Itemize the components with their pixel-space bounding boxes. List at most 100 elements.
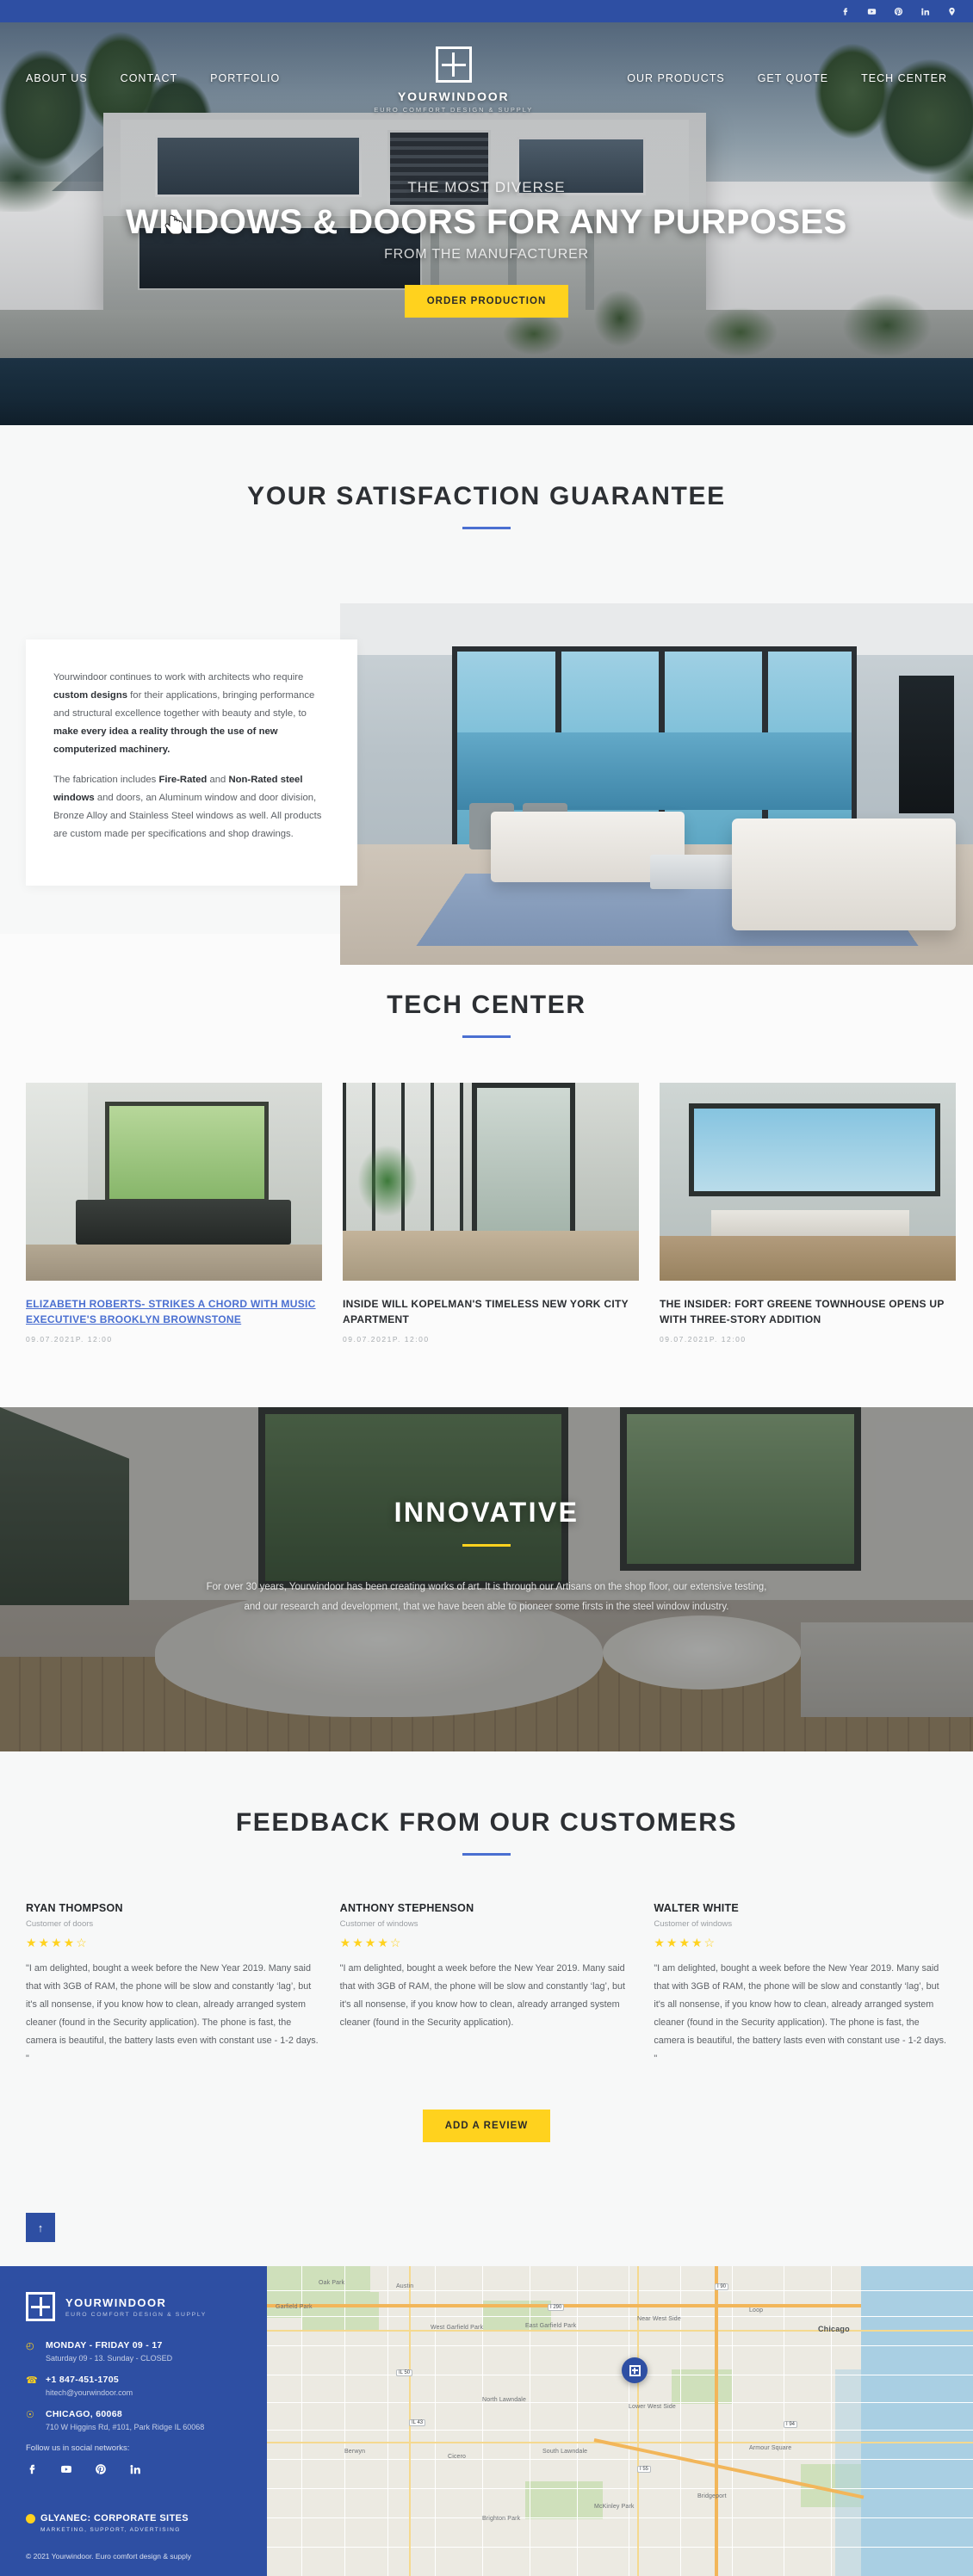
rating-stars: ★★★★☆ xyxy=(339,1936,403,1949)
reviewer-role: Customer of doors xyxy=(26,1919,94,1929)
map-label: Chicago xyxy=(818,2325,850,2334)
youtube-icon[interactable] xyxy=(866,6,877,17)
map-route-shield: I 55 xyxy=(637,2466,652,2474)
reviewer-role: Customer of windows xyxy=(339,1919,418,1929)
tech-card[interactable]: ELIZABETH ROBERTS- STRIKES A CHORD WITH … xyxy=(26,214,322,1344)
tech-center-card-list: ELIZABETH ROBERTS- STRIKES A CHORD WITH … xyxy=(0,214,973,1344)
tech-card-title[interactable]: INSIDE WILL KOPELMAN'S TIMELESS NEW YORK… xyxy=(343,1296,639,1327)
footer-logo[interactable]: YOURWINDOOR EURO COMFORT DESIGN & SUPPLY xyxy=(26,2292,245,2322)
nav-our-products[interactable]: OUR PRODUCTS xyxy=(627,72,724,84)
footer-hours-primary: MONDAY - FRIDAY 09 - 17 xyxy=(46,2340,163,2351)
satisfaction-interior-photo xyxy=(340,603,973,965)
footer-logo-name: YOURWINDOOR xyxy=(65,2295,167,2309)
nav-about-us[interactable]: ABOUT US xyxy=(26,72,88,84)
linkedin-icon[interactable] xyxy=(920,6,931,17)
tech-card-thumbnail[interactable] xyxy=(343,1083,639,1281)
order-production-button[interactable]: ORDER PRODUCTION xyxy=(404,285,569,318)
map-route-shield: I 290 xyxy=(548,2304,565,2312)
location-icon[interactable] xyxy=(946,6,958,17)
review-card: WALTER WHITE Customer of windows ★★★★☆ "… xyxy=(654,1902,947,2068)
footer-address-row: ☉ CHICAGO, 60068 710 W Higgins Rd, #101,… xyxy=(26,2409,245,2431)
satisfaction-paragraph-1: Yourwindoor continues to work with archi… xyxy=(53,672,315,755)
facebook-icon[interactable] xyxy=(26,2463,40,2475)
tech-center-section: TECH CENTER ELIZABETH ROBERTS- STRIKES A… xyxy=(0,214,973,1407)
reviewer-name: ANTHONY STEPHENSON xyxy=(339,1902,474,1914)
review-card: RYAN THOMPSON Customer of doors ★★★★☆ "I… xyxy=(26,1902,319,2068)
tech-card[interactable]: THE INSIDER: FORT GREENE TOWNHOUSE OPENS… xyxy=(660,1083,956,1344)
window-logo-icon xyxy=(629,2364,641,2376)
nav-portfolio[interactable]: PORTFOLIO xyxy=(210,72,280,84)
satisfaction-text-card: Yourwindoor continues to work with archi… xyxy=(26,639,357,886)
linkedin-icon[interactable] xyxy=(129,2463,143,2475)
map-label: Lower West Side xyxy=(629,2404,676,2411)
nav-contact[interactable]: CONTACT xyxy=(121,72,178,84)
primary-nav-left: ABOUT US CONTACT PORTFOLIO xyxy=(26,53,280,84)
hero-eyebrow: THE MOST DIVERSE xyxy=(407,179,566,195)
youtube-icon[interactable] xyxy=(60,2463,74,2475)
scroll-to-top-button[interactable]: ↑ xyxy=(26,2213,55,2243)
map-route-shield: I 90 xyxy=(715,2283,729,2291)
map-label: Austin xyxy=(396,2283,414,2290)
footer-social-row xyxy=(26,2463,245,2475)
add-review-button[interactable]: ADD A REVIEW xyxy=(422,2110,551,2143)
tech-card-thumbnail[interactable] xyxy=(26,1083,322,1281)
add-review-row: ADD A REVIEW xyxy=(0,2110,973,2143)
innovative-section: INNOVATIVE For over 30 years, Yourwindoo… xyxy=(0,1407,973,1751)
map-label: North Lawndale xyxy=(482,2397,526,2404)
footer-map[interactable]: Oak Park Austin Chicago West Garfield Park E… xyxy=(267,2266,973,2576)
review-card: ANTHONY STEPHENSON Customer of windows ★… xyxy=(340,1902,634,2068)
map-label: Garfield Park xyxy=(276,2304,313,2311)
satisfaction-section: YOUR SATISFACTION GUARANTEE Yourwindoor … xyxy=(0,425,973,965)
glyanec-logo-icon xyxy=(26,2513,35,2523)
footer-street-address: 710 W Higgins Rd, #101, Park Ridge IL 60… xyxy=(46,2423,205,2432)
hero-subline: FROM THE MANUFACTURER xyxy=(384,247,589,262)
map-label: McKinley Park xyxy=(594,2504,635,2511)
footer-email[interactable]: hitech@yourwindoor.com xyxy=(46,2388,133,2397)
site-logo[interactable]: YOURWINDOOR EURO COMFORT DESIGN & SUPPLY xyxy=(374,46,533,114)
tech-card-thumbnail[interactable] xyxy=(660,1083,956,1281)
satisfaction-title: YOUR SATISFACTION GUARANTEE xyxy=(247,482,726,510)
innovative-title: INNOVATIVE xyxy=(394,1497,579,1528)
footer-phone-number[interactable]: +1 847-451-1705 xyxy=(46,2375,133,2385)
logo-tagline: EURO COMFORT DESIGN & SUPPLY xyxy=(374,106,534,114)
reviewer-role: Customer of windows xyxy=(654,1919,733,1929)
map-label: Oak Park xyxy=(319,2280,345,2287)
facebook-icon[interactable] xyxy=(840,6,851,17)
tech-card[interactable]: INSIDE WILL KOPELMAN'S TIMELESS NEW YORK… xyxy=(343,1083,639,1344)
map-label: Brighton Park xyxy=(482,2516,521,2523)
reviewer-name: RYAN THOMPSON xyxy=(26,1902,123,1914)
site-footer: YOURWINDOOR EURO COMFORT DESIGN & SUPPLY… xyxy=(0,2266,973,2576)
agency-credit[interactable]: GLYANEC: CORPORATE SITES MARKETING, SUPP… xyxy=(26,2513,189,2533)
review-text: "I am delighted, bought a week before th… xyxy=(654,1963,947,2065)
top-social-bar xyxy=(0,0,973,22)
map-route-shield: I 94 xyxy=(784,2421,798,2429)
phone-icon: ☎ xyxy=(26,2375,38,2387)
pinterest-icon[interactable] xyxy=(893,6,904,17)
map-route-shield: IL 43 xyxy=(409,2419,426,2427)
pinterest-icon[interactable] xyxy=(95,2463,108,2475)
footer-hours-secondary: Saturday 09 - 13. Sunday - CLOSED xyxy=(46,2354,173,2363)
hero-headline: WINDOWS & DOORS FOR ANY PURPOSES xyxy=(126,203,847,241)
tech-card-title[interactable]: THE INSIDER: FORT GREENE TOWNHOUSE OPENS… xyxy=(660,1296,956,1327)
footer-contact-panel: YOURWINDOOR EURO COMFORT DESIGN & SUPPLY… xyxy=(0,2266,267,2576)
tech-card-date: 09.07.2021P. 12:00 xyxy=(660,1335,747,1344)
reviewer-name: WALTER WHITE xyxy=(654,1902,739,1914)
review-list: RYAN THOMPSON Customer of doors ★★★★☆ "I… xyxy=(0,1856,973,2068)
innovative-rule xyxy=(462,1544,511,1547)
nav-tech-center[interactable]: TECH CENTER xyxy=(861,72,947,84)
window-logo-icon xyxy=(435,46,472,83)
feedback-title: FEEDBACK FROM OUR CUSTOMERS xyxy=(235,1808,738,1837)
map-label: East Garfield Park xyxy=(525,2323,577,2330)
map-label: South Lawndale xyxy=(542,2449,588,2456)
nav-get-quote[interactable]: GET QUOTE xyxy=(758,72,828,84)
tech-card-title[interactable]: ELIZABETH ROBERTS- STRIKES A CHORD WITH … xyxy=(26,1296,322,1327)
footer-phone-row[interactable]: ☎ +1 847-451-1705 hitech@yourwindoor.com xyxy=(26,2375,245,2397)
footer-logo-tagline: EURO COMFORT DESIGN & SUPPLY xyxy=(65,2311,207,2318)
map-label: Cicero xyxy=(448,2454,467,2461)
satisfaction-paragraph-2: The fabrication includes Fire-Rated and … xyxy=(53,775,322,840)
innovative-copy: INNOVATIVE For over 30 years, Yourwindoo… xyxy=(0,1497,973,1617)
window-logo-icon xyxy=(26,2292,55,2322)
map-label: Loop xyxy=(749,2307,764,2314)
agency-credit-title[interactable]: GLYANEC: CORPORATE SITES xyxy=(40,2513,189,2523)
agency-credit-sub: MARKETING, SUPPORT, ADVERTISING xyxy=(40,2527,181,2534)
